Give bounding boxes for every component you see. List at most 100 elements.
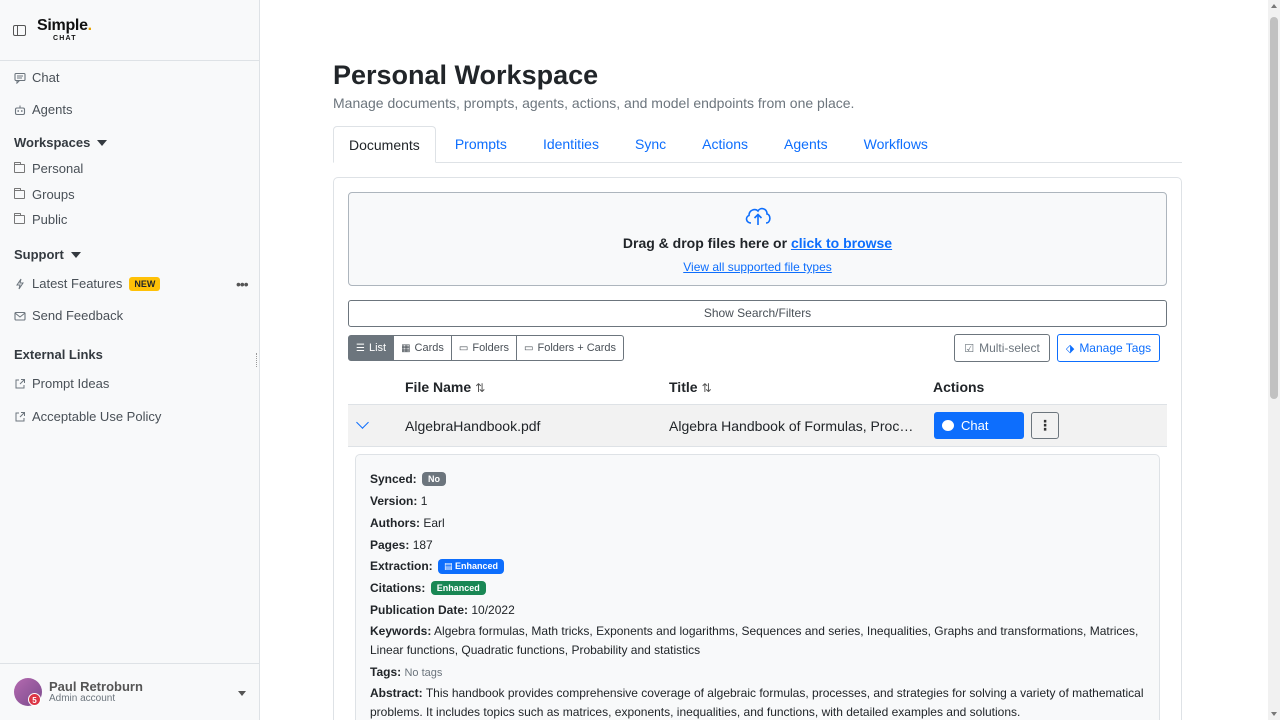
grid-icon: ▦ — [401, 342, 411, 354]
sidebar-item-latest-features[interactable]: Latest Features NEW — [14, 276, 161, 291]
sidebar-item-label: Prompt Ideas — [32, 376, 110, 391]
detail-citations: Citations: Enhanced — [370, 581, 486, 595]
folder-icon — [14, 162, 25, 173]
tab-prompts[interactable]: Prompts — [440, 126, 522, 163]
list-icon: ☰ — [356, 342, 365, 354]
sidebar-item-prompt-ideas[interactable]: Prompt Ideas — [14, 376, 109, 391]
view-label: Folders — [472, 342, 510, 354]
scrollbar-thumb[interactable] — [1270, 17, 1278, 399]
view-label: Folders + Cards — [537, 342, 617, 354]
cloud-upload-icon — [744, 205, 772, 230]
sidebar-item-acceptable-use[interactable]: Acceptable Use Policy — [14, 409, 161, 424]
tab-documents[interactable]: Documents — [333, 126, 436, 163]
show-search-filters-button[interactable]: Show Search/Filters — [348, 300, 1167, 327]
scroll-down-icon[interactable] — [1271, 712, 1277, 716]
folder-grid-icon: ▭ — [524, 342, 534, 354]
more-options-icon[interactable]: ••• — [236, 276, 249, 292]
robot-icon — [14, 104, 26, 116]
view-folders-button[interactable]: ▭ Folders — [450, 335, 518, 361]
logo-text: Simple — [37, 17, 88, 34]
user-name: Paul Retroburn — [49, 678, 143, 694]
sidebar-item-label: Agents — [32, 102, 73, 117]
view-mode-group: ☰ List ▦ Cards ▭ Folders ▭ Folders + Cards — [348, 335, 625, 361]
external-links-heading-label: External Links — [14, 347, 103, 362]
user-menu[interactable]: 5 Paul Retroburn Admin account — [0, 663, 259, 720]
view-folders-cards-button[interactable]: ▭ Folders + Cards — [516, 335, 625, 361]
detail-tags: Tags: No tags — [370, 665, 442, 679]
workspaces-heading[interactable]: Workspaces — [14, 135, 108, 150]
file-name-cell: AlgebraHandbook.pdf — [405, 418, 541, 434]
app-logo[interactable]: Simple. CHAT — [37, 17, 92, 43]
scroll-up-icon[interactable] — [1271, 4, 1277, 8]
manage-tags-label: Manage Tags — [1079, 341, 1152, 355]
detail-label: Synced: — [370, 472, 417, 486]
sidebar-item-agents[interactable]: Agents — [14, 102, 72, 117]
tab-identities[interactable]: Identities — [528, 126, 614, 163]
row-actions-button[interactable]: ⋮ — [1031, 412, 1059, 439]
sidebar-item-chat[interactable]: Chat — [14, 70, 59, 85]
workspaces-heading-label: Workspaces — [14, 135, 91, 150]
sidebar-resize-handle[interactable] — [256, 353, 258, 367]
user-role: Admin account — [49, 692, 116, 704]
citations-badge: Enhanced — [430, 581, 486, 595]
tab-sync[interactable]: Sync — [620, 126, 681, 163]
detail-keywords: Keywords: Algebra formulas, Math tricks,… — [370, 622, 1150, 660]
sort-icon: ⇅ — [475, 381, 486, 395]
support-heading[interactable]: Support — [14, 247, 81, 262]
external-link-icon — [14, 378, 26, 390]
extraction-badge: ▤ Enhanced — [438, 559, 505, 574]
detail-label: Pages: — [370, 538, 410, 552]
manage-tags-button[interactable]: ⬗ Manage Tags — [1057, 334, 1160, 362]
tab-actions[interactable]: Actions — [687, 126, 763, 163]
view-label: List — [368, 342, 387, 354]
detail-label: Publication Date: — [370, 603, 469, 617]
detail-label: Version: — [370, 494, 418, 508]
page-title: Personal Workspace — [333, 60, 599, 90]
detail-label: Tags: — [370, 665, 402, 679]
column-header-title[interactable]: Title ⇅ — [669, 379, 712, 395]
column-header-file-name[interactable]: File Name ⇅ — [405, 379, 485, 395]
supported-types-link[interactable]: View all supported file types — [349, 260, 1166, 274]
file-dropzone[interactable]: Drag & drop files here or click to brows… — [348, 192, 1167, 286]
detail-value: Earl — [423, 516, 445, 530]
folder-icon — [14, 188, 25, 199]
detail-value: 187 — [412, 538, 433, 552]
detail-abstract: Abstract: This handbook provides compreh… — [370, 684, 1150, 720]
sidebar-item-label: Acceptable Use Policy — [32, 409, 162, 424]
sidebar-item-groups[interactable]: Groups — [14, 187, 75, 202]
sidebar-item-label: Public — [32, 212, 68, 227]
detail-label: Extraction: — [370, 559, 433, 573]
new-badge: NEW — [129, 276, 161, 291]
detail-label: Citations: — [370, 581, 426, 595]
caret-down-icon — [97, 139, 108, 146]
detail-publication-date: Publication Date: 10/2022 — [370, 603, 515, 617]
external-link-icon — [14, 411, 26, 423]
detail-extraction: Extraction: ▤ Enhanced — [370, 559, 505, 574]
sidebar-item-public[interactable]: Public — [14, 212, 67, 227]
envelope-icon — [14, 310, 26, 322]
sidebar-item-label: Personal — [32, 161, 84, 176]
browse-link[interactable]: click to browse — [791, 235, 892, 251]
detail-synced: Synced: No — [370, 472, 447, 486]
caret-down-icon — [238, 691, 246, 696]
dropzone-text: Drag & drop files here or click to brows… — [349, 235, 1166, 251]
tab-workflows[interactable]: Workflows — [849, 126, 943, 163]
multi-select-label: Multi-select — [979, 341, 1040, 355]
sort-icon: ⇅ — [701, 381, 712, 395]
view-cards-button[interactable]: ▦ Cards — [393, 335, 452, 361]
chat-button[interactable]: Chat — [934, 412, 1024, 439]
page-subtitle: Manage documents, prompts, agents, actio… — [333, 95, 855, 111]
page-scrollbar[interactable] — [1268, 0, 1280, 720]
caret-down-icon — [70, 251, 81, 258]
badge-label: Enhanced — [455, 561, 499, 571]
sidebar-item-personal[interactable]: Personal — [14, 161, 83, 176]
sidebar-item-send-feedback[interactable]: Send Feedback — [14, 308, 123, 323]
view-list-button[interactable]: ☰ List — [348, 335, 395, 361]
sidebar-item-label: Send Feedback — [32, 308, 124, 323]
sidebar-toggle-icon[interactable] — [13, 24, 26, 36]
tab-agents[interactable]: Agents — [769, 126, 843, 163]
multi-select-button[interactable]: ☑ Multi-select — [954, 334, 1050, 362]
avatar: 5 — [14, 678, 42, 706]
detail-authors: Authors: Earl — [370, 516, 445, 530]
chat-icon — [14, 72, 26, 84]
